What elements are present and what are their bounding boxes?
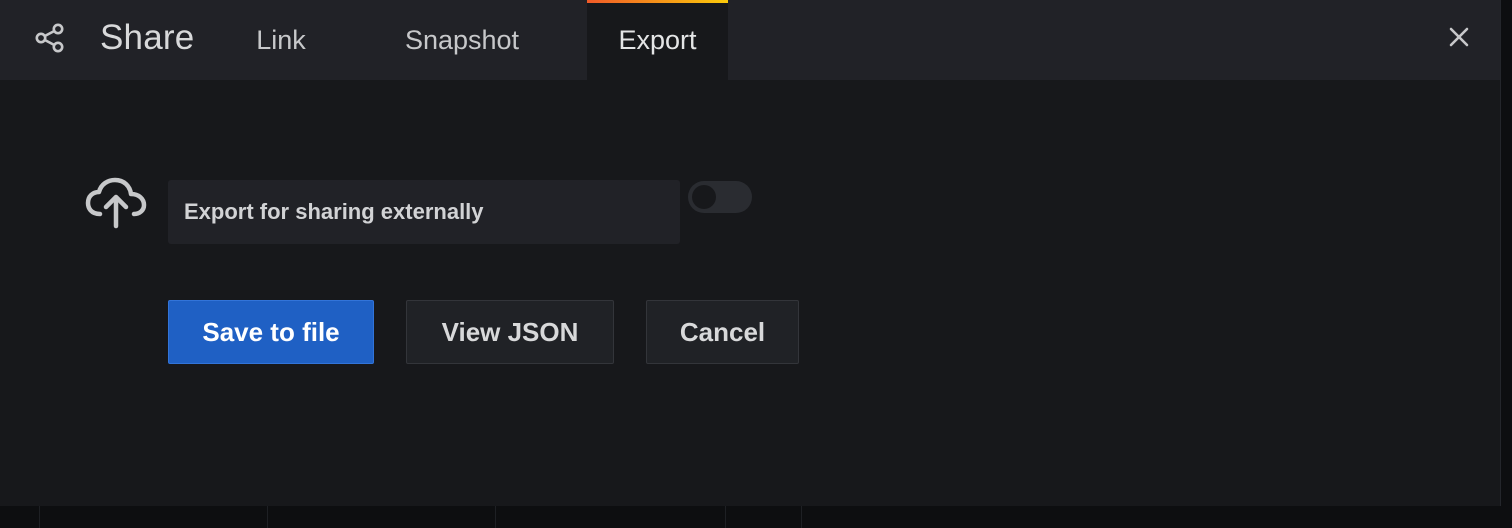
backdrop-divider [725,505,726,528]
export-externally-toggle[interactable] [688,181,752,213]
modal-title: Share [100,18,195,57]
close-icon[interactable] [1446,24,1472,50]
share-modal: Share Link Snapshot Export Export for sh… [0,0,1501,506]
tab-export[interactable]: Export [587,0,728,80]
backdrop-divider [801,505,802,528]
tab-snapshot[interactable]: Snapshot [380,0,544,80]
export-externally-label-box: Export for sharing externally [168,180,680,244]
save-to-file-button[interactable]: Save to file [168,300,374,364]
export-externally-label: Export for sharing externally [184,199,484,224]
tab-link[interactable]: Link [228,0,334,80]
cancel-button[interactable]: Cancel [646,300,799,364]
view-json-button[interactable]: View JSON [406,300,614,364]
backdrop-divider [495,505,496,528]
cloud-upload-icon [85,177,147,229]
share-icon [35,23,64,53]
backdrop-divider [39,505,40,528]
backdrop-divider [267,505,268,528]
modal-header: Share Link Snapshot Export [0,0,1500,80]
toggle-knob [692,185,716,209]
